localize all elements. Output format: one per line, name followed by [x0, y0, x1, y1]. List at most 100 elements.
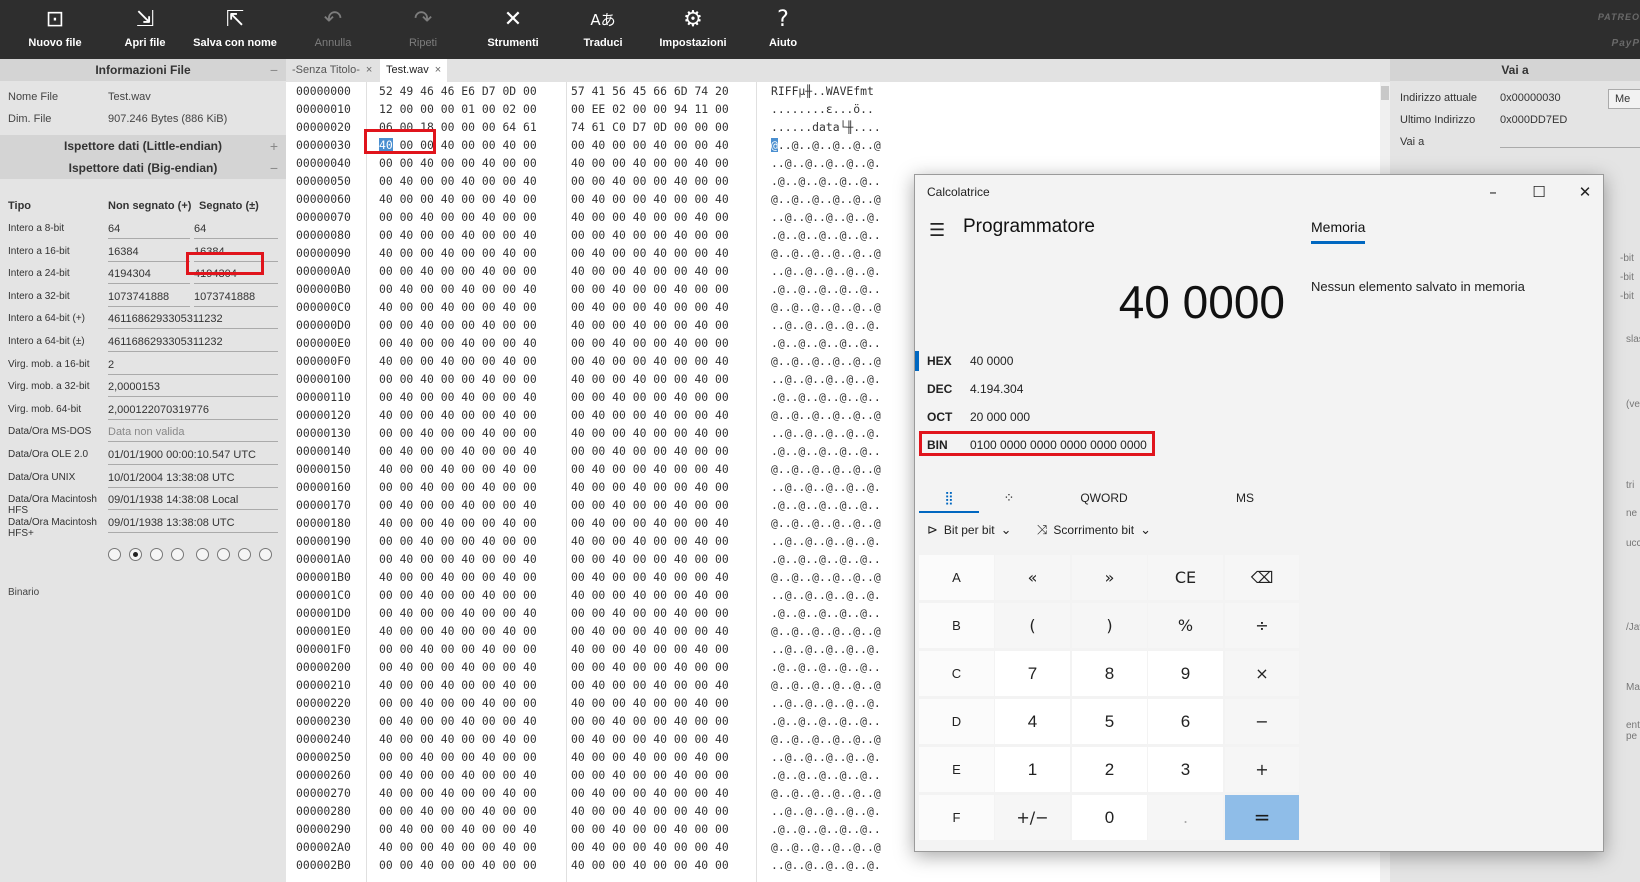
- bit-radio[interactable]: [196, 548, 209, 561]
- bit-radio[interactable]: [171, 548, 184, 561]
- hex-bytes[interactable]: 40 00 00 40 00 00 40 00: [379, 784, 537, 802]
- save-as-button[interactable]: ⇱ Salva con nome: [190, 0, 280, 59]
- key-f[interactable]: F: [919, 795, 994, 840]
- hex-bytes[interactable]: 40 00 00 40 00 00 40 00: [379, 298, 537, 316]
- hex-bytes[interactable]: 40 00 00 40 00 00 40 00: [379, 352, 537, 370]
- hex-ascii[interactable]: @..@..@..@..@..@: [771, 568, 881, 586]
- modulo-button[interactable]: %: [1148, 603, 1223, 648]
- keypad-tab[interactable]: ⣿: [919, 483, 979, 513]
- shift-right-button[interactable]: »: [1072, 555, 1147, 600]
- inspector-le-header[interactable]: Ispettore dati (Little-endian) +: [0, 135, 286, 157]
- hex-bytes[interactable]: 00 40 00 00 40 00 00 40: [571, 136, 729, 154]
- hex-bytes[interactable]: 12 00 00 00 01 00 02 00: [379, 100, 537, 118]
- hex-ascii[interactable]: ..@..@..@..@..@.: [771, 802, 881, 820]
- hex-bytes[interactable]: 00 40 00 00 40 00 00 40: [571, 460, 729, 478]
- paypal-link[interactable]: PayP: [1592, 38, 1640, 49]
- hex-bytes[interactable]: 00 EE 02 00 00 94 11 00: [571, 100, 729, 118]
- hex-bytes[interactable]: 00 00 40 00 00 40 00 00: [379, 370, 537, 388]
- digit-5-button[interactable]: 5: [1072, 699, 1147, 744]
- inspector-unsigned-value[interactable]: 09/01/1938 13:38:08 UTC: [108, 514, 278, 533]
- hex-ascii[interactable]: ..@..@..@..@..@.: [771, 640, 881, 658]
- calculator-window[interactable]: Calcolatrice – ☐ ✕ ☰ Programmatore 40 00…: [914, 174, 1604, 852]
- hex-bytes[interactable]: 00 00 40 00 00 40 00 00: [571, 334, 729, 352]
- inspector-be-header[interactable]: Ispettore dati (Big-endian) −: [0, 157, 286, 179]
- hex-bytes[interactable]: 00 40 00 00 40 00 00 40: [571, 244, 729, 262]
- hex-bytes[interactable]: 00 00 40 00 00 40 00 00: [571, 388, 729, 406]
- radix-dec-row[interactable]: DEC 4.194.304: [915, 375, 1295, 403]
- hex-ascii[interactable]: @..@..@..@..@..@: [771, 514, 881, 532]
- open-file-button[interactable]: ⇲ Apri file: [100, 0, 190, 59]
- ascii-selected-char[interactable]: @: [771, 138, 778, 152]
- hex-bytes[interactable]: 00 00 40 00 00 40 00 00: [571, 226, 729, 244]
- hex-ascii[interactable]: @..@..@..@..@..@: [771, 784, 881, 802]
- hex-bytes[interactable]: 40 00 00 40 00 00 40 00: [571, 748, 729, 766]
- hex-bytes[interactable]: 74 61 C0 D7 0D 00 00 00: [571, 118, 729, 136]
- hex-bytes[interactable]: 00 00 40 00 00 40 00 00: [379, 694, 537, 712]
- hex-ascii[interactable]: @..@..@..@..@..@: [771, 838, 881, 856]
- minimize-icon[interactable]: –: [1470, 179, 1516, 205]
- inspector-signed-value[interactable]: 64: [194, 220, 278, 239]
- hex-ascii[interactable]: @..@..@..@..@..@: [771, 730, 881, 748]
- hex-ascii[interactable]: @..@..@..@..@..@: [771, 190, 881, 208]
- hex-bytes[interactable]: 00 00 40 00 00 40 00 00: [379, 856, 537, 874]
- hex-bytes[interactable]: 40 00 00 40 00 00 40 00: [571, 694, 729, 712]
- radix-bin-row[interactable]: BIN 0100 0000 0000 0000 0000 0000: [915, 431, 1295, 459]
- hex-ascii[interactable]: ..@..@..@..@..@.: [771, 154, 881, 172]
- hex-bytes[interactable]: 57 41 56 45 66 6D 74 20: [571, 82, 729, 100]
- hex-ascii[interactable]: ..@..@..@..@..@.: [771, 694, 881, 712]
- hex-ascii[interactable]: .@..@..@..@..@..: [771, 172, 881, 190]
- digit-7-button[interactable]: 7: [995, 651, 1070, 696]
- inspector-unsigned-value[interactable]: 4611686293305311232: [108, 310, 278, 330]
- bit-radio[interactable]: [259, 548, 272, 561]
- hex-bytes[interactable]: 00 00 40 00 00 40 00 00: [571, 658, 729, 676]
- collapse-icon[interactable]: −: [270, 59, 278, 81]
- digit-8-button[interactable]: 8: [1072, 651, 1147, 696]
- bitshift-dropdown[interactable]: ⤨ Scorrimento bit ⌄: [1037, 523, 1157, 538]
- hex-ascii[interactable]: ..@..@..@..@..@.: [771, 262, 881, 280]
- inspector-unsigned-value[interactable]: Data non valida: [108, 423, 278, 443]
- maximize-icon[interactable]: ☐: [1516, 179, 1562, 205]
- tab-untitled[interactable]: -Senza Titolo- ×: [286, 59, 378, 82]
- hex-bytes[interactable]: 00 00 40 00 00 40 00 00: [571, 550, 729, 568]
- hex-bytes[interactable]: 00 00 40 00 00 40 00 00: [379, 208, 537, 226]
- key-e[interactable]: E: [919, 747, 994, 792]
- hex-bytes[interactable]: 00 00 40 00 00 40 00 00: [571, 280, 729, 298]
- equals-button[interactable]: =: [1225, 795, 1299, 840]
- bit-radio[interactable]: [129, 548, 142, 561]
- hex-bytes[interactable]: 00 40 00 00 40 00 00 40: [379, 712, 537, 730]
- inspector-unsigned-value[interactable]: 4611686293305311232: [108, 333, 278, 352]
- hex-bytes[interactable]: 00 40 00 00 40 00 00 40: [571, 298, 729, 316]
- inspector-unsigned-value[interactable]: 10/01/2004 13:38:08 UTC: [108, 469, 278, 488]
- hex-bytes[interactable]: 40 00 00 40 00 00 40 00: [571, 370, 729, 388]
- hex-bytes[interactable]: 00 40 00 00 40 00 00 40: [379, 226, 537, 244]
- subtract-button[interactable]: −: [1225, 699, 1299, 744]
- hex-ascii[interactable]: .@..@..@..@..@..: [771, 820, 881, 838]
- hex-bytes[interactable]: 00 40 00 00 40 00 00 40: [571, 352, 729, 370]
- digit-4-button[interactable]: 4: [995, 699, 1070, 744]
- hex-bytes[interactable]: 00 00 40 00 00 40 00 00: [571, 172, 729, 190]
- hex-bytes[interactable]: 00 40 00 00 40 00 00 40: [571, 622, 729, 640]
- shift-left-button[interactable]: «: [995, 555, 1070, 600]
- hex-ascii[interactable]: .@..@..@..@..@..: [771, 226, 881, 244]
- radix-hex-row[interactable]: HEX 40 0000: [915, 347, 1295, 375]
- goto-input-line[interactable]: [1500, 147, 1640, 148]
- digit-9-button[interactable]: 9: [1148, 651, 1223, 696]
- hex-bytes[interactable]: 00 40 00 00 40 00 00 40: [571, 676, 729, 694]
- inspector-unsigned-value[interactable]: 4194304: [108, 265, 190, 285]
- hex-bytes[interactable]: 00 40 00 00 40 00 00 40: [571, 406, 729, 424]
- tools-button[interactable]: ✕ Strumenti: [468, 0, 558, 59]
- tab-test-wav[interactable]: Test.wav ×: [380, 59, 448, 82]
- digit-2-button[interactable]: 2: [1072, 747, 1147, 792]
- hex-bytes[interactable]: 40 00 00 40 00 00 40 00: [379, 406, 537, 424]
- hex-bytes[interactable]: 00 00 40 00 00 40 00 00: [379, 802, 537, 820]
- hex-bytes[interactable]: 00 00 40 00 00 40 00 00: [379, 532, 537, 550]
- calculator-titlebar[interactable]: Calcolatrice – ☐ ✕: [915, 175, 1603, 209]
- hex-bytes[interactable]: 00 00 40 00 00 40 00 00: [379, 748, 537, 766]
- bit-radio[interactable]: [108, 548, 121, 561]
- decimal-button[interactable]: .: [1148, 795, 1223, 840]
- clear-entry-button[interactable]: CE: [1148, 555, 1223, 600]
- hex-bytes[interactable]: 40 00 00 40 00 00 40 00: [571, 586, 729, 604]
- hex-ascii[interactable]: .@..@..@..@..@..: [771, 280, 881, 298]
- help-button[interactable]: ? Aiuto: [738, 0, 828, 59]
- hex-ascii[interactable]: @..@..@..@..@..@: [771, 352, 881, 370]
